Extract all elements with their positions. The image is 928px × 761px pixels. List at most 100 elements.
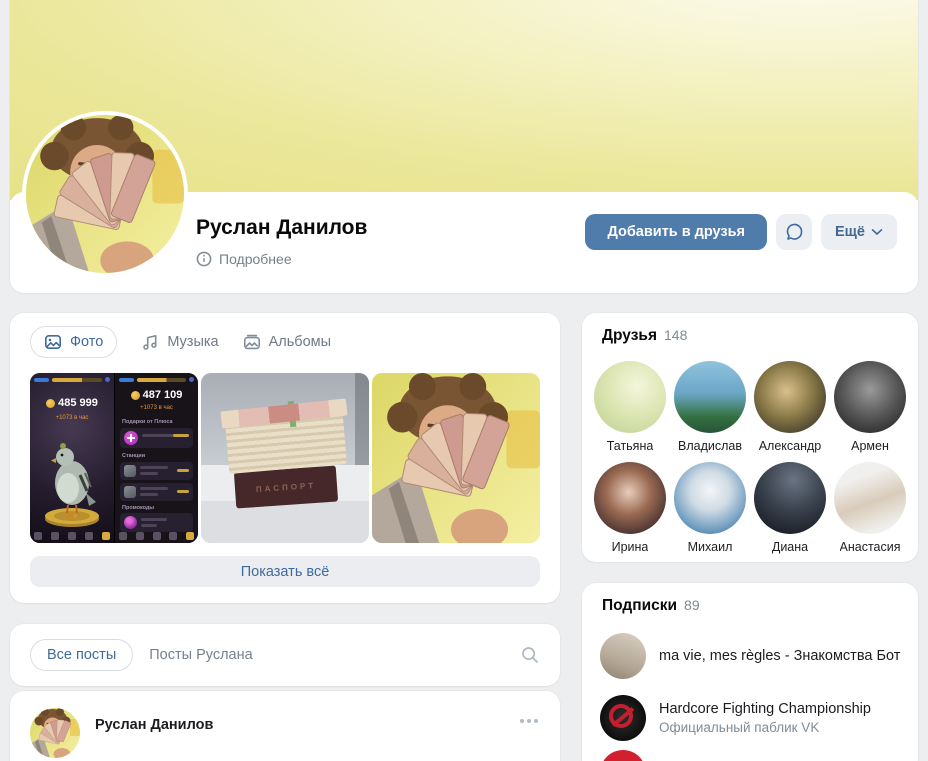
game-rate-left: +1073 в час bbox=[55, 415, 89, 421]
avatar bbox=[834, 361, 906, 433]
details-label: Подробнее bbox=[219, 251, 292, 267]
subscription-subtitle: Официальный паблик VK bbox=[659, 720, 820, 735]
avatar bbox=[674, 462, 746, 534]
friend-item[interactable]: Диана bbox=[750, 462, 830, 554]
friend-name: Диана bbox=[771, 540, 809, 554]
search-icon bbox=[522, 647, 538, 663]
avatar bbox=[600, 695, 646, 741]
message-bubble-icon bbox=[786, 223, 802, 240]
candy-icon bbox=[124, 516, 137, 529]
subscriptions-title: Подписки bbox=[602, 597, 678, 614]
friend-name: Владислав bbox=[678, 439, 742, 453]
game-screen-left: 485 999 +1073 в час bbox=[30, 373, 114, 543]
search-button[interactable] bbox=[520, 645, 540, 665]
friend-name: Армен bbox=[851, 439, 889, 453]
filter-all-posts[interactable]: Все посты bbox=[30, 639, 134, 671]
tab-albums[interactable]: Альбомы bbox=[243, 333, 331, 351]
game-balance-right: 487 109 bbox=[142, 389, 183, 401]
post-menu-button[interactable] bbox=[520, 719, 538, 723]
friend-item[interactable]: Татьяна bbox=[590, 361, 670, 453]
media-tabs: Фото Музыка Альбомы bbox=[30, 326, 331, 358]
profile-header-card: Руслан Данилов Подробнее Добавить в друз… bbox=[10, 0, 918, 293]
avatar bbox=[594, 462, 666, 534]
friend-name: Михаил bbox=[687, 540, 733, 554]
show-all-button[interactable]: Показать всё bbox=[30, 556, 540, 587]
post-card[interactable]: Руслан Данилов bbox=[10, 691, 560, 761]
coin-icon bbox=[46, 398, 56, 408]
tab-music[interactable]: Музыка bbox=[141, 333, 219, 351]
subscription-item[interactable]: ma vie, mes règles - Знакомства Бот bbox=[600, 633, 902, 679]
avatar bbox=[754, 462, 826, 534]
photo-money-selfie[interactable] bbox=[372, 373, 540, 543]
photo-icon bbox=[44, 334, 61, 349]
friend-name: Анастасия bbox=[839, 540, 901, 554]
subscription-title: ma vie, mes règles - Знакомства Бот bbox=[659, 648, 901, 664]
vk-profile-page: Руслан Данилов Подробнее Добавить в друз… bbox=[0, 0, 928, 761]
friend-item[interactable]: Анастасия bbox=[830, 462, 910, 554]
friend-name: Александр bbox=[758, 439, 822, 453]
subscription-item[interactable]: Hardcore Fighting Championship Официальн… bbox=[600, 695, 902, 741]
friend-item[interactable]: Александр bbox=[750, 361, 830, 453]
coin-icon bbox=[130, 390, 140, 400]
subscriptions-count: 89 bbox=[684, 597, 700, 613]
avatar bbox=[600, 633, 646, 679]
music-note-icon bbox=[143, 335, 157, 350]
money-selfie-image bbox=[26, 115, 184, 273]
game-rate-right: +1073 в час bbox=[140, 405, 173, 411]
profile-avatar[interactable] bbox=[22, 111, 188, 277]
money-selfie-image bbox=[372, 373, 540, 543]
friend-item[interactable]: Михаил bbox=[670, 462, 750, 554]
photos-card: Фото Музыка Альбомы 485 999 +1073 в час … bbox=[10, 313, 560, 603]
profile-name: Руслан Данилов bbox=[196, 216, 368, 239]
friends-header[interactable]: Друзья 148 bbox=[602, 327, 687, 345]
more-button[interactable]: Ещё bbox=[821, 214, 897, 250]
game-promos-label: Промокоды bbox=[122, 505, 155, 511]
tab-albums-label: Альбомы bbox=[268, 334, 332, 350]
pigeon-character bbox=[43, 441, 101, 529]
more-label: Ещё bbox=[835, 224, 865, 240]
avatar bbox=[594, 361, 666, 433]
add-friend-button[interactable]: Добавить в друзья bbox=[585, 214, 768, 250]
chevron-down-icon bbox=[871, 229, 883, 235]
friend-name: Татьяна bbox=[606, 439, 654, 453]
friends-grid: Татьяна Владислав Александр Армен Ирина … bbox=[590, 361, 910, 563]
tab-music-label: Музыка bbox=[167, 334, 219, 350]
game-stations-label: Станции bbox=[122, 453, 146, 459]
friends-count: 148 bbox=[664, 327, 688, 343]
avatar bbox=[834, 462, 906, 534]
avatar bbox=[600, 750, 646, 761]
game-screen-right: 487 109 +1073 в час Подарки от Плюса Ста… bbox=[114, 373, 198, 543]
subscription-title: Hardcore Fighting Championship bbox=[659, 701, 871, 717]
photo-money-stack[interactable]: ПАСПОРТ bbox=[201, 373, 369, 543]
filter-owner-posts[interactable]: Посты Руслана bbox=[149, 647, 252, 663]
hardcore-logo-icon bbox=[609, 704, 633, 728]
tab-photos-label: Фото bbox=[70, 334, 104, 350]
friends-card: Друзья 148 Татьяна Владислав Александр А… bbox=[582, 313, 918, 562]
friend-item[interactable]: Владислав bbox=[670, 361, 750, 453]
tab-photos[interactable]: Фото bbox=[30, 326, 118, 358]
profile-actions: Добавить в друзья Ещё bbox=[585, 214, 897, 250]
friend-name: Ирина bbox=[611, 540, 649, 554]
message-button[interactable] bbox=[776, 214, 813, 250]
friends-title: Друзья bbox=[602, 327, 657, 344]
friend-item[interactable]: Армен bbox=[830, 361, 910, 453]
ellipsis-icon bbox=[520, 719, 524, 723]
passport-label: ПАСПОРТ bbox=[255, 480, 317, 494]
details-link[interactable]: Подробнее bbox=[196, 251, 292, 267]
plus-icon bbox=[124, 431, 138, 445]
avatar bbox=[674, 361, 746, 433]
money-selfie-image bbox=[30, 708, 80, 758]
subscriptions-card: Подписки 89 ma vie, mes règles - Знакомс… bbox=[582, 583, 918, 761]
avatar bbox=[754, 361, 826, 433]
game-gifts-label: Подарки от Плюса bbox=[122, 419, 173, 425]
post-author-name[interactable]: Руслан Данилов bbox=[95, 717, 213, 733]
subscription-item[interactable] bbox=[600, 750, 902, 761]
friend-item[interactable]: Ирина bbox=[590, 462, 670, 554]
posts-filter-card: Все посты Посты Руслана bbox=[10, 624, 560, 686]
post-author-avatar[interactable] bbox=[30, 708, 80, 758]
game-balance-left: 485 999 bbox=[58, 397, 98, 409]
info-icon bbox=[196, 251, 212, 267]
photo-strip: 485 999 +1073 в час 487 109 +1073 в час … bbox=[30, 373, 540, 543]
photo-game-screenshot[interactable]: 485 999 +1073 в час 487 109 +1073 в час … bbox=[30, 373, 198, 543]
subscriptions-header[interactable]: Подписки 89 bbox=[602, 597, 700, 615]
